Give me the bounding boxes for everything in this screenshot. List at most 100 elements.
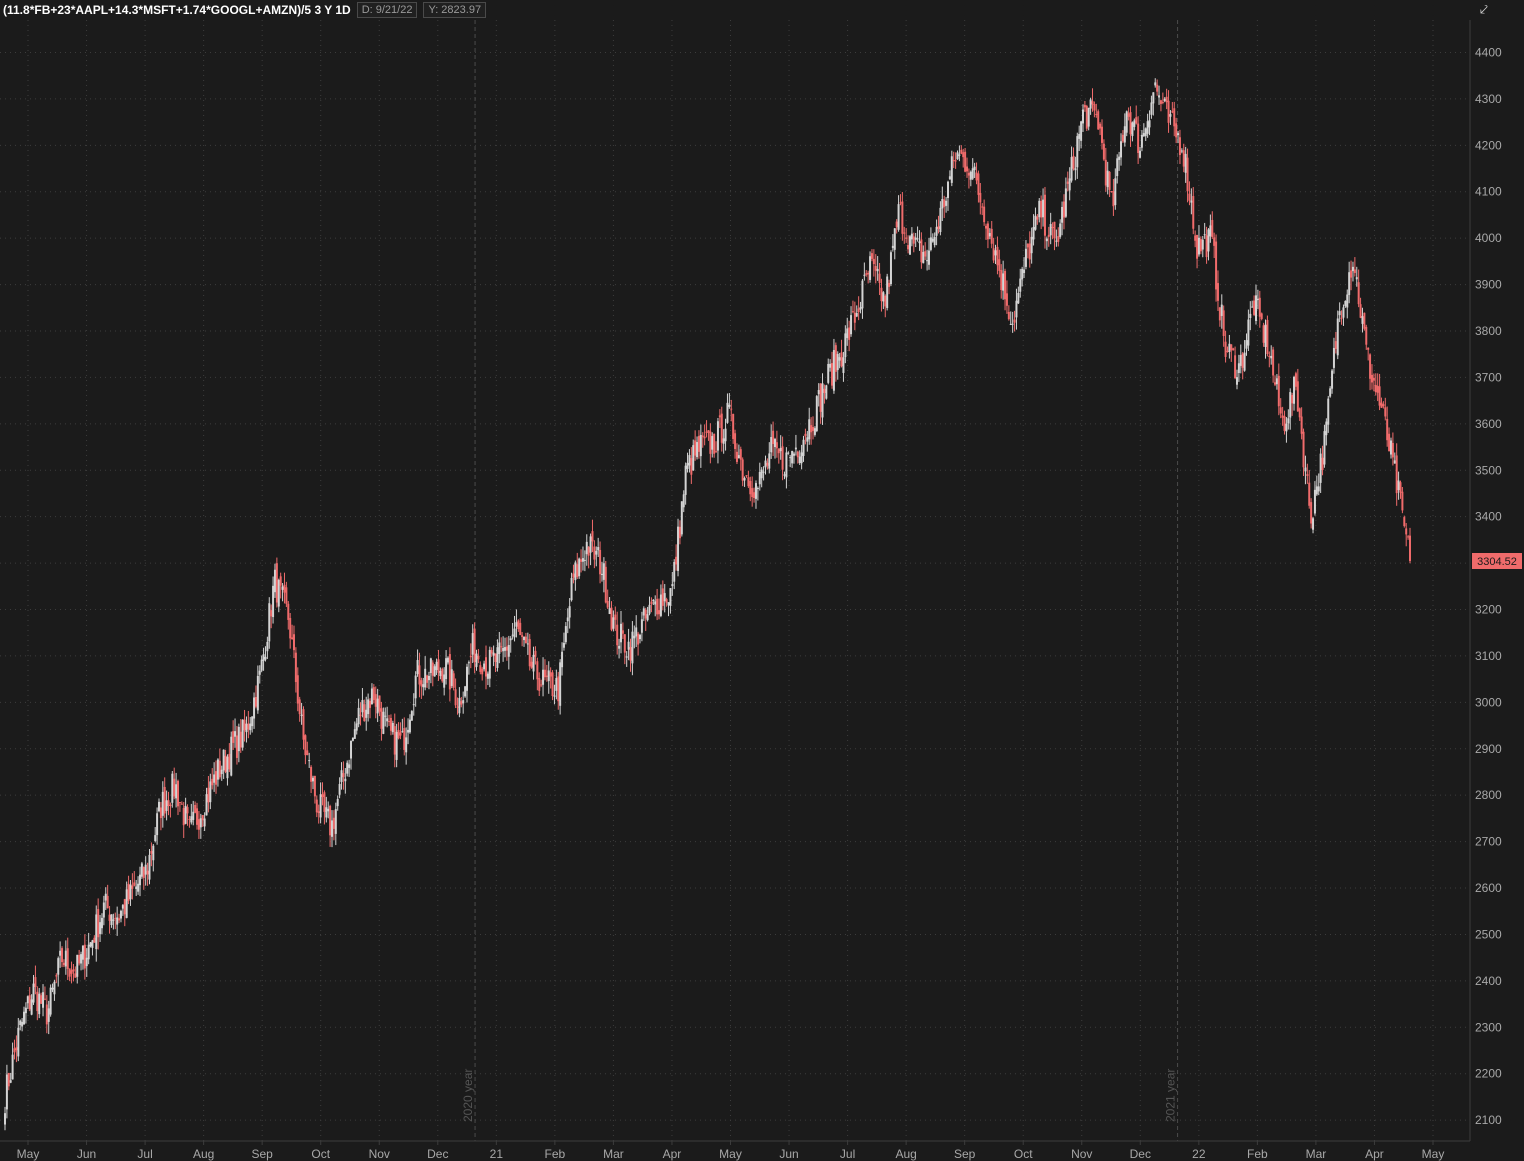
candle-body	[933, 236, 936, 246]
candle-body	[498, 642, 501, 655]
candle-body	[1376, 385, 1379, 393]
candle-body	[523, 636, 526, 641]
candle-body	[1361, 316, 1364, 324]
candle-body	[372, 687, 375, 701]
candle-body	[661, 588, 664, 606]
candle-body	[237, 726, 240, 752]
candle-body	[23, 1011, 26, 1025]
candle-body	[325, 807, 328, 818]
candle-body	[353, 729, 356, 739]
candle-body	[671, 584, 674, 587]
x-tick-label: May	[1422, 1147, 1445, 1161]
candle-body	[764, 460, 767, 468]
candle-body	[950, 156, 953, 183]
candle-body	[524, 636, 527, 644]
candle-body	[469, 655, 472, 658]
candle-body	[412, 704, 415, 706]
candle-body	[633, 635, 636, 639]
candle-body	[1220, 304, 1223, 316]
candle-body	[1285, 423, 1288, 432]
candle-body	[216, 759, 219, 780]
candle-body	[682, 494, 685, 508]
candle-body	[966, 166, 969, 172]
candle-body	[277, 580, 280, 607]
candle-body	[1403, 517, 1406, 527]
candle-body	[542, 669, 545, 685]
candle-body	[888, 282, 891, 287]
candle-body	[903, 232, 906, 234]
candle-body	[526, 643, 529, 645]
candle-body	[874, 265, 877, 271]
y-tick-label: 2500	[1475, 927, 1502, 941]
candle-body	[850, 315, 853, 335]
candle-body	[462, 700, 465, 704]
candle-body	[85, 957, 88, 967]
candle-body	[287, 603, 290, 620]
candle-body	[292, 634, 295, 651]
candle-body	[1131, 122, 1134, 137]
candle-body	[869, 256, 872, 280]
candle-body	[1207, 229, 1210, 252]
candle-body	[1036, 216, 1039, 220]
candle-body	[1308, 482, 1311, 506]
candle-body	[918, 241, 921, 244]
candle-body	[154, 835, 157, 841]
candle-body	[171, 773, 174, 803]
candle-body	[260, 659, 263, 671]
candle-body	[952, 160, 955, 162]
candle-body	[697, 436, 700, 452]
candle-body	[701, 435, 704, 437]
candle-body	[403, 728, 406, 750]
candle-body	[351, 737, 354, 741]
candle-body	[1340, 317, 1343, 319]
candle-body	[401, 731, 404, 733]
candle-body	[650, 601, 653, 605]
candle-body	[1089, 99, 1092, 109]
candlestick-chart[interactable]: 2020 year 2021 year 210022002300240025002…	[0, 0, 1524, 1161]
candle-body	[1380, 402, 1383, 408]
candle-body	[378, 695, 381, 712]
candle-body	[344, 778, 347, 782]
candle-body	[1304, 467, 1307, 472]
candle-body	[502, 647, 505, 652]
candle-body	[669, 588, 672, 606]
candle-body	[580, 559, 583, 562]
candle-body	[68, 968, 71, 977]
candle-body	[175, 784, 178, 799]
candle-body	[937, 226, 940, 229]
candle-body	[659, 594, 662, 616]
candle-body	[1120, 141, 1123, 158]
candle-body	[621, 630, 624, 634]
candle-body	[1007, 311, 1010, 320]
candle-body	[1407, 536, 1410, 538]
candle-body	[958, 154, 961, 156]
candle-body	[1061, 206, 1064, 223]
candle-body	[724, 428, 727, 442]
candle-body	[445, 658, 448, 679]
candle-body	[1272, 349, 1275, 376]
candle-body	[1325, 421, 1328, 436]
y-tick-label: 3500	[1475, 463, 1502, 477]
candle-body	[549, 672, 552, 677]
candle-body	[1158, 95, 1161, 98]
candle-body	[747, 477, 750, 487]
y-tick-label: 4300	[1475, 92, 1502, 106]
candle-body	[1140, 134, 1143, 148]
candle-body	[190, 816, 193, 823]
candle-body	[264, 656, 267, 660]
candle-body	[121, 905, 124, 909]
candle-body	[901, 201, 904, 234]
candle-body	[1083, 104, 1086, 108]
candle-body	[247, 723, 250, 730]
candle-body	[196, 808, 199, 825]
candle-body	[256, 675, 259, 711]
candle-body	[1199, 239, 1202, 252]
candle-body	[1169, 114, 1172, 117]
candle-body	[581, 558, 584, 562]
candle-body	[1159, 100, 1162, 104]
candle-body	[310, 766, 313, 782]
candle-body	[1038, 200, 1041, 218]
x-tick-label: Feb	[545, 1147, 566, 1161]
candle-body	[656, 598, 659, 615]
candle-body	[81, 945, 84, 960]
